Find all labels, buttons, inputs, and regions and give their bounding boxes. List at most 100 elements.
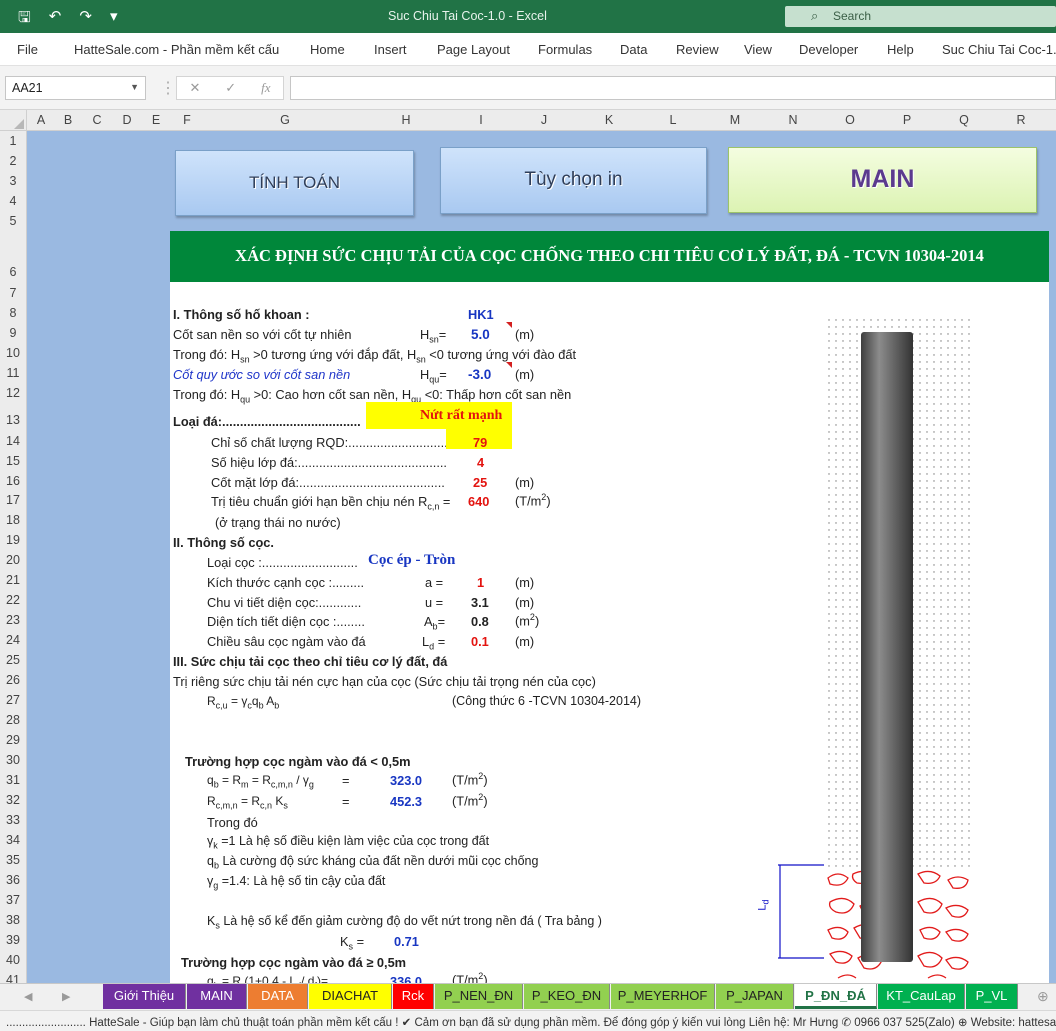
chevron-down-icon[interactable]: ▼: [130, 82, 139, 92]
menu-insert[interactable]: Insert: [374, 42, 407, 57]
tab-scroll-right-icon[interactable]: ▶: [62, 990, 70, 1003]
row-header[interactable]: 30: [0, 753, 26, 767]
col-header[interactable]: L: [664, 113, 682, 127]
col-header[interactable]: R: [1012, 113, 1030, 127]
tab-rck[interactable]: Rck: [393, 984, 434, 1009]
tinh-toan-button[interactable]: TÍNH TOÁN: [175, 150, 414, 216]
add-sheet-icon[interactable]: ⊕: [1037, 988, 1049, 1005]
col-header[interactable]: Q: [955, 113, 973, 127]
enter-icon[interactable]: ✓: [225, 80, 236, 96]
customize-qat-icon[interactable]: ▾: [110, 7, 118, 32]
borehole-value[interactable]: HK1: [468, 307, 494, 322]
row-header[interactable]: 36: [0, 873, 26, 887]
main-button[interactable]: MAIN: [728, 147, 1037, 213]
redo-icon[interactable]: ↷: [79, 7, 92, 32]
row-header[interactable]: 10: [0, 346, 26, 360]
row-header[interactable]: 7: [0, 286, 26, 300]
row-header[interactable]: 13: [0, 413, 26, 427]
row-header[interactable]: 9: [0, 326, 26, 340]
cancel-icon[interactable]: ✕: [189, 80, 200, 96]
col-header[interactable]: H: [397, 113, 415, 127]
menu-formulas[interactable]: Formulas: [538, 42, 592, 57]
menu-workbook[interactable]: Suc Chiu Tai Coc-1.0: [942, 42, 1056, 57]
tuy-chon-in-button[interactable]: Tùy chọn in: [440, 147, 707, 214]
col-header[interactable]: P: [898, 113, 916, 127]
col-header[interactable]: D: [118, 113, 136, 127]
menu-hattesale[interactable]: HatteSale.com - Phần mềm kết cấu: [74, 42, 279, 57]
search-box[interactable]: ⌕ Search: [785, 6, 1056, 27]
menu-developer[interactable]: Developer: [799, 42, 858, 57]
col-header[interactable]: J: [535, 113, 553, 127]
row-header[interactable]: 37: [0, 893, 26, 907]
menu-home[interactable]: Home: [310, 42, 345, 57]
col-header[interactable]: G: [276, 113, 294, 127]
tab-p-nen-dn[interactable]: P_NEN_ĐN: [435, 984, 523, 1009]
cot-mat-value[interactable]: 25: [473, 475, 487, 490]
row-header[interactable]: 5: [0, 214, 26, 228]
tab-p-japan[interactable]: P_JAPAN: [716, 984, 794, 1009]
drag-handle-icon[interactable]: ⋮: [160, 78, 176, 98]
row-header[interactable]: 21: [0, 573, 26, 587]
hsn-value[interactable]: 5.0: [471, 327, 490, 342]
name-box[interactable]: AA21 ▼: [5, 76, 146, 100]
col-header[interactable]: O: [841, 113, 859, 127]
save-icon[interactable]: 🖫: [18, 7, 31, 32]
row-header[interactable]: 24: [0, 633, 26, 647]
row-header[interactable]: 16: [0, 474, 26, 488]
row-header[interactable]: 25: [0, 653, 26, 667]
col-header[interactable]: K: [600, 113, 618, 127]
row-header[interactable]: 1: [0, 134, 26, 148]
tab-p-meyerhof[interactable]: P_MEYERHOF: [611, 984, 715, 1009]
tab-p-dn-da[interactable]: P_ĐN_ĐÁ: [795, 984, 877, 1009]
row-header[interactable]: 3: [0, 174, 26, 188]
tab-data[interactable]: DATA: [248, 984, 308, 1009]
a-value[interactable]: 1: [477, 575, 484, 590]
tab-main[interactable]: MAIN: [187, 984, 247, 1009]
row-header[interactable]: 11: [0, 366, 26, 380]
row-header[interactable]: 28: [0, 713, 26, 727]
rqd-value[interactable]: 79: [473, 435, 487, 450]
hqu-value[interactable]: -3.0: [468, 367, 491, 382]
so-hieu-value[interactable]: 4: [477, 455, 484, 470]
row-header[interactable]: 27: [0, 693, 26, 707]
row-header[interactable]: 38: [0, 913, 26, 927]
row-header[interactable]: 40: [0, 953, 26, 967]
row-header[interactable]: 35: [0, 853, 26, 867]
insert-function-icon[interactable]: fx: [261, 80, 270, 96]
tab-p-keo-dn[interactable]: P_KEO_ĐN: [524, 984, 610, 1009]
col-header[interactable]: A: [32, 113, 50, 127]
row-header[interactable]: 32: [0, 793, 26, 807]
row-header[interactable]: 39: [0, 933, 26, 947]
row-header[interactable]: 20: [0, 553, 26, 567]
pile-type-value[interactable]: Cọc ép - Tròn: [368, 552, 455, 569]
ld-value[interactable]: 0.1: [471, 634, 489, 649]
row-header[interactable]: 22: [0, 593, 26, 607]
menu-review[interactable]: Review: [676, 42, 719, 57]
row-header[interactable]: 6: [0, 265, 26, 279]
row-header[interactable]: 19: [0, 533, 26, 547]
col-header[interactable]: M: [726, 113, 744, 127]
menu-page-layout[interactable]: Page Layout: [437, 42, 510, 57]
row-header[interactable]: 23: [0, 613, 26, 627]
col-header[interactable]: C: [88, 113, 106, 127]
menu-help[interactable]: Help: [887, 42, 914, 57]
col-header[interactable]: N: [784, 113, 802, 127]
tab-scroll-left-icon[interactable]: ◀: [24, 990, 32, 1003]
row-header[interactable]: 26: [0, 673, 26, 687]
undo-icon[interactable]: ↶: [49, 7, 62, 32]
tab-diachat[interactable]: DIACHAT: [309, 984, 392, 1009]
col-header[interactable]: I: [472, 113, 490, 127]
col-header[interactable]: F: [178, 113, 196, 127]
rcn-value[interactable]: 640: [468, 494, 489, 509]
row-header[interactable]: 15: [0, 454, 26, 468]
tab-p-vl[interactable]: P_VL: [966, 984, 1018, 1009]
row-header[interactable]: 33: [0, 813, 26, 827]
menu-file[interactable]: File: [17, 42, 38, 57]
col-header[interactable]: E: [147, 113, 165, 127]
tab-gioi-thieu[interactable]: Giới Thiệu: [103, 984, 186, 1009]
tab-kt-caulap[interactable]: KT_CauLap: [878, 984, 965, 1009]
menu-data[interactable]: Data: [620, 42, 647, 57]
select-all-corner[interactable]: [0, 110, 27, 131]
row-header[interactable]: 31: [0, 773, 26, 787]
row-header[interactable]: 17: [0, 493, 26, 507]
